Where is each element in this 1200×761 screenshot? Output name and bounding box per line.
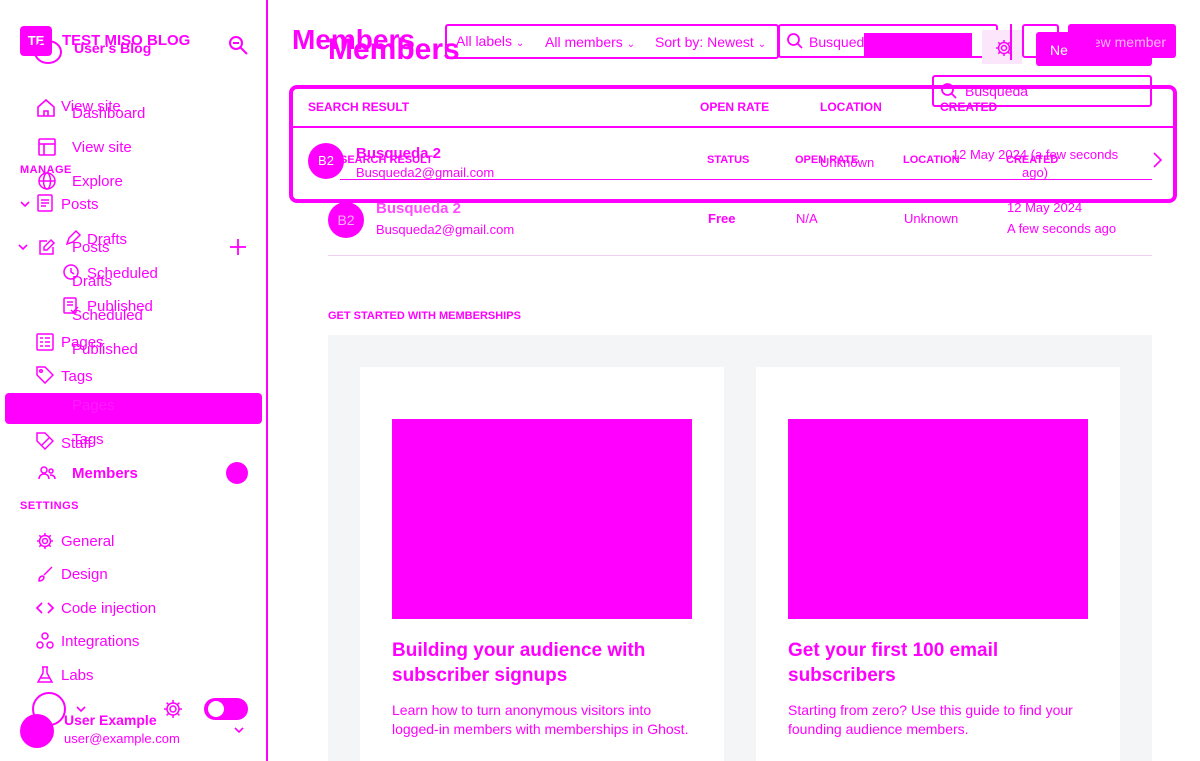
chevron-down-icon[interactable] bbox=[18, 197, 32, 211]
nav-members[interactable]: Members bbox=[72, 465, 138, 482]
sidebar: TE TEST MISO BLOG User's Blog View site … bbox=[0, 0, 268, 761]
avatar[interactable] bbox=[20, 714, 54, 748]
member-created-date: 12 May 2024 bbox=[1007, 200, 1083, 215]
card-description: Learn how to turn anonymous visitors int… bbox=[392, 702, 689, 737]
member-location: Unknown bbox=[904, 211, 959, 226]
member-status: Free bbox=[708, 211, 736, 226]
filter-labels[interactable]: All labels ⌄ bbox=[456, 33, 524, 49]
chevron-down-icon: ⌄ bbox=[757, 39, 767, 50]
nav-posts[interactable]: Posts bbox=[72, 239, 110, 256]
tag-icon bbox=[36, 366, 54, 384]
window-icon bbox=[38, 138, 56, 156]
overlay-avatar: B2 bbox=[308, 143, 344, 179]
page-title: Members bbox=[328, 33, 460, 66]
get-started-card[interactable]: Get your first 100 email subscribers Sta… bbox=[756, 367, 1120, 761]
nav-posts-shadow[interactable]: Posts bbox=[61, 196, 99, 213]
staff-icon bbox=[36, 432, 54, 450]
under-header-search-result: SEARCH RESULT bbox=[340, 154, 433, 166]
nav-drafts[interactable]: Drafts bbox=[72, 273, 112, 290]
code-icon bbox=[36, 599, 54, 617]
blog-logo-ring bbox=[34, 40, 62, 64]
chevron-down-icon: ⌄ bbox=[626, 39, 636, 50]
member-open-rate: N/A bbox=[796, 211, 818, 226]
search-icon[interactable] bbox=[226, 33, 250, 57]
active-nav-highlight[interactable] bbox=[5, 393, 262, 424]
nav-general[interactable]: General bbox=[61, 533, 114, 550]
nav-explore[interactable]: Explore bbox=[72, 173, 123, 190]
get-started-card[interactable]: Building your audience with subscriber s… bbox=[360, 367, 724, 761]
member-avatar: B2 bbox=[328, 202, 364, 238]
card-description: Starting from zero? Use this guide to fi… bbox=[788, 702, 1073, 737]
under-header-divider bbox=[340, 179, 1152, 180]
filter-sort[interactable]: Sort by: Newest ⌄ bbox=[655, 34, 766, 50]
blog-subtitle: User's Blog bbox=[74, 40, 152, 56]
user-email: user@example.com bbox=[64, 731, 180, 746]
divider bbox=[1010, 24, 1012, 60]
chevron-down-icon[interactable] bbox=[232, 723, 246, 737]
overlay-header-open-rate: OPEN RATE bbox=[700, 100, 770, 114]
nav-tags[interactable]: Tags bbox=[72, 431, 104, 448]
overlay-member-created: 12 May 2024 (a few seconds ago) bbox=[951, 147, 1119, 180]
filter-labels-text: All labels bbox=[456, 33, 513, 49]
home-icon bbox=[36, 98, 55, 117]
panel-header-divider bbox=[293, 126, 1173, 128]
under-header-status: STATUS bbox=[707, 154, 750, 166]
chevron-down-icon: ⌄ bbox=[515, 38, 525, 49]
filter-members-text: All members bbox=[545, 34, 623, 50]
nav-pages[interactable]: Pages bbox=[72, 397, 115, 414]
search-highlight-block bbox=[864, 33, 972, 58]
nav-tags-shadow[interactable]: Tags bbox=[61, 368, 93, 385]
document-icon bbox=[36, 194, 54, 212]
new-member-label-short: Ne bbox=[1050, 42, 1068, 58]
nav-dashboard[interactable]: Dashboard bbox=[72, 105, 145, 122]
filter-members[interactable]: All members ⌄ bbox=[545, 34, 635, 50]
flask-icon bbox=[36, 666, 54, 684]
overlay-member-email: Busqueda2@gmail.com bbox=[356, 165, 495, 180]
member-name[interactable]: Busqueda 2 bbox=[376, 200, 461, 217]
overlay-header-location: LOCATION bbox=[820, 100, 882, 114]
edit-icon bbox=[38, 238, 56, 256]
new-member-label: New member bbox=[1096, 34, 1166, 50]
plus-icon[interactable] bbox=[229, 238, 247, 256]
nav-code-injection[interactable]: Code injection bbox=[61, 600, 156, 617]
get-started-heading: GET STARTED WITH MEMBERSHIPS bbox=[328, 310, 521, 322]
nav-design[interactable]: Design bbox=[61, 566, 108, 583]
settings-section-label: SETTINGS bbox=[20, 500, 80, 512]
card-image bbox=[788, 419, 1088, 619]
gear-icon[interactable] bbox=[163, 699, 183, 719]
nav-labs[interactable]: Labs bbox=[61, 667, 94, 684]
brush-icon bbox=[36, 565, 54, 583]
nav-integrations[interactable]: Integrations bbox=[61, 633, 139, 650]
main-content: Members Members All labels ⌄ All members… bbox=[270, 0, 1200, 761]
card-title[interactable]: Building your audience with subscriber s… bbox=[392, 638, 692, 688]
overlay-header-search-result: SEARCH RESULT bbox=[308, 100, 410, 114]
gear-icon bbox=[36, 532, 54, 550]
search-input-value: Busqueda bbox=[809, 34, 865, 50]
chevron-down-icon[interactable] bbox=[16, 240, 30, 254]
user-name: User Example bbox=[64, 712, 157, 728]
search-icon bbox=[786, 32, 804, 50]
nav-view-site[interactable]: View site bbox=[72, 139, 132, 156]
member-email: Busqueda2@gmail.com bbox=[376, 222, 515, 237]
pages-icon bbox=[36, 333, 54, 351]
nav-scheduled[interactable]: Scheduled bbox=[72, 307, 143, 324]
members-icon bbox=[38, 464, 56, 482]
globe-icon bbox=[38, 172, 56, 190]
member-created-relative: A few seconds ago bbox=[1007, 221, 1117, 236]
filter-sort-text: Sort by: Newest bbox=[655, 34, 754, 50]
chevron-right-icon[interactable] bbox=[1148, 151, 1166, 169]
overlay-member-location: Unknown bbox=[820, 155, 875, 170]
members-indicator-dot bbox=[226, 462, 248, 484]
integrations-icon bbox=[36, 632, 54, 650]
overlay-header-created: CREATED bbox=[940, 100, 998, 114]
card-title[interactable]: Get your first 100 email subscribers bbox=[788, 638, 1088, 688]
card-image bbox=[392, 419, 692, 619]
nav-published[interactable]: Published bbox=[72, 341, 138, 358]
dark-mode-toggle[interactable] bbox=[204, 698, 248, 720]
